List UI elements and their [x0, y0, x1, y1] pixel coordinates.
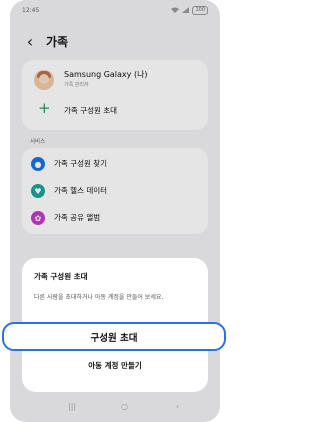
recents-icon[interactable]: ||| — [68, 402, 76, 411]
nav-back-icon[interactable]: ‹ — [176, 402, 179, 411]
create-child-account-button[interactable]: 아동 계정 만들기 — [60, 357, 170, 375]
sheet-title: 가족 구성원 초대 — [34, 272, 88, 281]
invite-member-button[interactable]: 구성원 초대 — [2, 322, 226, 351]
sheet-description: 다른 사람을 초대하거나 아동 계정을 만들어 보세요. — [34, 294, 164, 301]
home-icon[interactable]: ○ — [121, 402, 128, 411]
navigation-bar: ||| ○ ‹ — [20, 400, 220, 420]
